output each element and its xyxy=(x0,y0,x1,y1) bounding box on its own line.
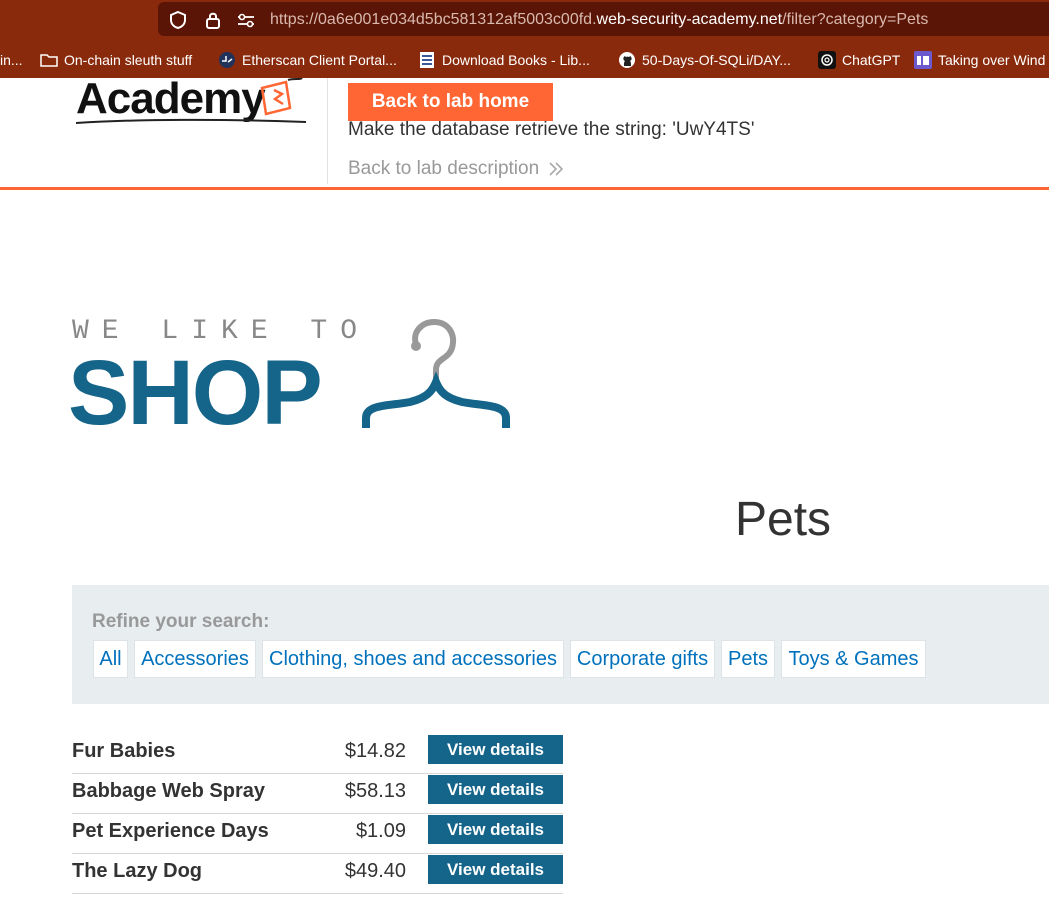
bookmark-label: Download Books - Lib... xyxy=(442,52,590,68)
bookmark-item[interactable]: Etherscan Client Portal... xyxy=(218,44,397,76)
bookmark-label: Taking over Wind xyxy=(938,52,1046,68)
etherscan-icon xyxy=(219,52,235,68)
product-price: $14.82 xyxy=(344,740,406,762)
header-divider xyxy=(327,78,328,184)
bookmark-item[interactable]: On-chain sleuth stuff xyxy=(40,44,192,76)
bookmark-item[interactable]: in... xyxy=(0,44,23,76)
filter-corporate-gifts[interactable]: Corporate gifts xyxy=(570,640,715,678)
view-details-button[interactable]: View details xyxy=(428,775,563,804)
table-row: Babbage Web Spray $58.13 View details xyxy=(72,773,563,814)
table-row: The Lazy Dog $49.40 View details xyxy=(72,853,563,894)
browser-chrome: https://0a6e001e034d5bc581312af5003c00fd… xyxy=(0,0,1049,78)
product-price: $58.13 xyxy=(344,780,406,802)
back-to-lab-home-button[interactable]: Back to lab home xyxy=(348,83,553,121)
bookmark-icon xyxy=(914,51,932,69)
github-icon xyxy=(619,52,635,68)
lock-icon[interactable] xyxy=(203,10,223,30)
table-row: Fur Babies $14.82 View details xyxy=(72,733,563,774)
url-text[interactable]: https://0a6e001e034d5bc581312af5003c00fd… xyxy=(270,11,928,29)
bookmark-item[interactable]: ChatGPT xyxy=(818,44,900,76)
library-icon xyxy=(420,52,434,68)
filter-pets[interactable]: Pets xyxy=(721,640,775,678)
bookmark-label: Etherscan Client Portal... xyxy=(242,52,397,68)
shield-icon[interactable] xyxy=(168,10,188,30)
site-permissions-icon[interactable] xyxy=(236,10,256,30)
product-price: $49.40 xyxy=(344,860,406,882)
view-details-button[interactable]: View details xyxy=(428,735,563,764)
hanger-icon xyxy=(362,318,510,428)
filter-panel: Refine your search: All Accessories Clot… xyxy=(72,585,1049,704)
view-details-button[interactable]: View details xyxy=(428,815,563,844)
bookmark-item[interactable]: 50-Days-Of-SQLi/DAY... xyxy=(618,44,791,76)
url-domain: web-security-academy.net xyxy=(596,11,783,28)
product-name: The Lazy Dog xyxy=(72,860,203,882)
double-chevron-right-icon xyxy=(549,162,564,176)
product-name: Fur Babies xyxy=(72,740,176,762)
lab-objective: Make the database retrieve the string: '… xyxy=(348,119,755,140)
shop-logo-word: SHOP xyxy=(68,342,323,444)
bookmark-label: On-chain sleuth stuff xyxy=(64,52,193,68)
academy-logo-text: Academy xyxy=(76,74,266,123)
back-to-description-label: Back to lab description xyxy=(348,158,540,179)
bookmark-item[interactable]: Taking over Wind xyxy=(914,44,1045,76)
back-to-lab-description-link[interactable]: Back to lab description xyxy=(348,158,565,180)
view-details-button[interactable]: View details xyxy=(428,855,563,884)
bookmark-label: 50-Days-Of-SQLi/DAY... xyxy=(642,52,791,68)
address-bar[interactable]: https://0a6e001e034d5bc581312af5003c00fd… xyxy=(158,2,1049,36)
product-name: Babbage Web Spray xyxy=(72,780,266,802)
table-row: Pet Experience Days $1.09 View details xyxy=(72,813,563,854)
filter-accessories[interactable]: Accessories xyxy=(134,640,256,678)
chatgpt-icon xyxy=(818,51,836,69)
bookmark-item[interactable]: Download Books - Lib... xyxy=(418,44,590,76)
url-path: /filter?category=Pets xyxy=(782,11,929,28)
url-prefix: https://0a6e001e034d5bc581312af5003c00fd… xyxy=(270,11,597,28)
filter-clothing[interactable]: Clothing, shoes and accessories xyxy=(262,640,564,678)
filter-toys-games[interactable]: Toys & Games xyxy=(781,640,926,678)
academy-logo-icon xyxy=(260,78,303,116)
bookmark-label: ChatGPT xyxy=(842,52,901,68)
bookmarks-bar: in... On-chain sleuth stuff Etherscan Cl… xyxy=(0,44,1049,76)
folder-icon xyxy=(40,54,58,67)
refine-search-label: Refine your search: xyxy=(92,611,270,632)
product-name: Pet Experience Days xyxy=(72,820,269,842)
bookmark-label: in... xyxy=(0,52,23,68)
academy-logo[interactable]: Academy xyxy=(76,74,266,124)
page-title: Pets xyxy=(735,493,832,546)
product-price: $1.09 xyxy=(355,820,406,842)
header-accent-line xyxy=(0,187,1049,190)
filter-all[interactable]: All xyxy=(93,640,128,678)
